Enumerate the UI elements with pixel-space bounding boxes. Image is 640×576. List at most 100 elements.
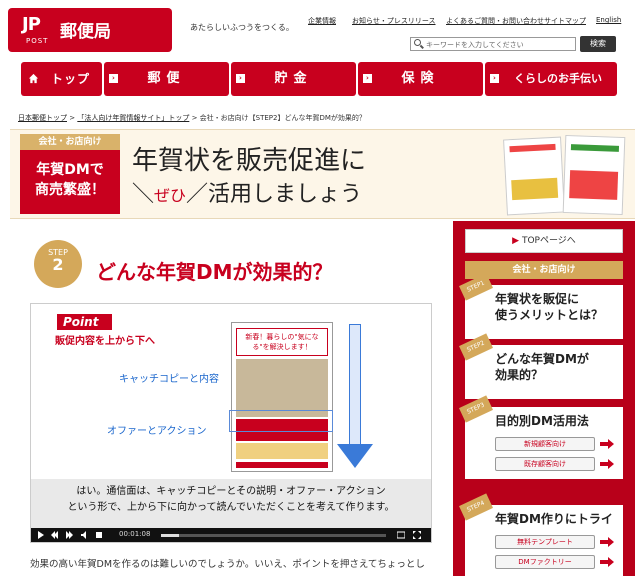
util-link-news[interactable]: お知らせ・プレスリリース xyxy=(352,16,436,26)
home-icon xyxy=(28,73,39,84)
nav-item-label: 保険 xyxy=(401,71,440,86)
caption-toggle-icon[interactable] xyxy=(397,531,405,539)
banner-title-line1: 年賀状を販売促進に xyxy=(132,146,367,176)
video-progress-fill xyxy=(161,534,179,537)
search-placeholder: キーワードを入力してください xyxy=(426,41,524,49)
breadcrumb-current: 会社・お店向け【STEP2】どんな年賀DMが効果的？ xyxy=(199,114,366,122)
chevron-right-icon: › xyxy=(490,74,499,83)
arrow-right-icon xyxy=(600,537,614,547)
highlight-box xyxy=(229,410,333,432)
banner-left-line2: 商売繁盛！ xyxy=(35,182,105,198)
video-caption: はい。通信面は、キャッチコピーとその説明・オファー・アクション という形で、上か… xyxy=(37,484,425,524)
arrow-right-icon xyxy=(600,459,614,469)
point-subtitle: 販促内容を上から下へ xyxy=(55,336,155,347)
utility-links: 企業情報 お知らせ・プレスリリース よくあるご質問・お問い合わせ サイトマップ … xyxy=(300,16,636,28)
banner-title-line2-text: 活用しましょう xyxy=(208,182,363,207)
step-badge-number: 2 xyxy=(52,255,64,274)
tagline: あたらしいふつうをつくる。 xyxy=(190,23,294,32)
sample-flyer-image: 新春！暮らしの"気になる"を解決します！ xyxy=(231,322,333,472)
util-link-english[interactable]: English xyxy=(596,16,621,24)
banner-tag: 会社・お店向け xyxy=(20,134,120,150)
label-offer: オファーとアクション xyxy=(107,426,207,437)
banner-left-line1: 年賀DMで xyxy=(36,162,104,178)
flyer-heading: 新春！暮らしの"気になる"を解決します！ xyxy=(236,328,328,356)
nav-item-label: くらしのお手伝い xyxy=(514,72,602,85)
sidebar-tag: 会社・お店向け xyxy=(465,261,623,279)
util-link-corporate[interactable]: 企業情報 xyxy=(308,16,336,26)
caption-line2: という形で、上から下に向かって読んでいただくことを考えて作ります。 xyxy=(67,502,395,513)
new-customer-button[interactable]: 新規顧客向け xyxy=(495,437,595,451)
sidebar-item-step3: STEP3 目的別DM活用法 新規顧客向け 既存顧客向け xyxy=(459,395,623,479)
nav-item-label: 郵便 xyxy=(147,71,186,86)
util-link-sitemap[interactable]: サイトマップ xyxy=(544,16,586,26)
point-label: Point xyxy=(57,314,113,330)
top-page-button[interactable]: ▶ TOPページへ xyxy=(465,229,623,253)
banner-zehi: ぜひ xyxy=(154,186,187,205)
dm-factory-button[interactable]: DMファクトリー xyxy=(495,555,595,569)
chevron-right-icon: ▶ xyxy=(512,236,520,246)
nav-item-label: 貯金 xyxy=(274,71,313,86)
video-time: 00:01:08 xyxy=(119,530,151,538)
sidebar: ▶ TOPページへ 会社・お店向け STEP1 年賀状を販促に 使うメリットとは… xyxy=(453,221,635,576)
nav-item-insurance[interactable]: › 保険 xyxy=(358,62,483,96)
nav-item-mail[interactable]: › 郵便 xyxy=(104,62,229,96)
video-controls: 00:01:08 xyxy=(31,528,431,542)
nav-item-label: トップ xyxy=(50,72,90,86)
label-catchcopy: キャッチコピーと内容 xyxy=(119,374,219,385)
down-arrow-shaft xyxy=(349,324,361,444)
banner-left-box: 年賀DMで 商売繁盛！ xyxy=(20,150,120,214)
header: JP POST 郵便局 あたらしいふつうをつくる。 企業情報 お知らせ・プレスリ… xyxy=(0,0,640,56)
flyer-staff-block xyxy=(236,443,328,459)
play-icon[interactable] xyxy=(37,531,45,539)
forward-icon[interactable] xyxy=(65,531,73,539)
video-player[interactable]: Point 販促内容を上から下へ キャッチコピーと内容 オファーとアクション 新… xyxy=(30,303,432,543)
sidebar-item-step4: STEP4 年賀DM作りにトライ 無料テンプレート DMファクトリー xyxy=(459,493,623,576)
logo-post-text: POST xyxy=(26,37,49,45)
rewind-icon[interactable] xyxy=(51,531,59,539)
banner-title-line2: ＼ぜひ／活用しましょう xyxy=(132,182,363,207)
sample-card-image xyxy=(503,136,565,216)
nav-item-top[interactable]: トップ xyxy=(21,62,102,96)
sidebar-item-label: 年賀状を販促に xyxy=(495,292,580,306)
top-page-button-label: TOPページへ xyxy=(521,236,576,246)
step-ribbon: STEP4 xyxy=(459,493,493,521)
existing-customer-button[interactable]: 既存顧客向け xyxy=(495,457,595,471)
hero-banner: 会社・お店向け 年賀DMで 商売繁盛！ 年賀状を販売促進に ＼ぜひ／活用しましょ… xyxy=(10,129,635,219)
breadcrumb: 日本郵便トップ > 「法人向け年賀情報サイト」トップ > 会社・お店向け【STE… xyxy=(18,114,366,122)
nav-item-savings[interactable]: › 貯金 xyxy=(231,62,356,96)
sample-card-image xyxy=(562,134,626,216)
flyer-footer xyxy=(236,462,328,468)
sidebar-item-label: 使うメリットとは？ xyxy=(495,308,604,322)
page-title: どんな年賀DMが効果的？ xyxy=(96,260,333,284)
search-button[interactable]: 検索 xyxy=(580,36,616,52)
nav-item-living[interactable]: › くらしのお手伝い xyxy=(485,62,617,96)
japan-post-logo[interactable]: JP POST 郵便局 xyxy=(8,8,172,52)
sidebar-item-label: どんな年賀DMが xyxy=(495,352,589,366)
step-badge: STEP 2 xyxy=(34,240,82,288)
breadcrumb-link-home[interactable]: 日本郵便トップ xyxy=(18,114,67,122)
arrow-right-icon xyxy=(600,557,614,567)
breadcrumb-link-nenga[interactable]: 「法人向け年賀情報サイト」トップ xyxy=(77,114,189,122)
sidebar-item-step2[interactable]: STEP2 どんな年賀DMが 効果的？ xyxy=(459,333,623,399)
down-arrow-icon xyxy=(337,444,373,468)
search-input[interactable]: キーワードを入力してください xyxy=(410,37,576,51)
step-ribbon: STEP3 xyxy=(459,395,493,423)
sidebar-item-label: 目的別DM活用法 xyxy=(495,414,589,428)
global-nav: トップ › 郵便 › 貯金 › 保険 › くらしのお手伝い xyxy=(21,62,617,96)
util-link-faq[interactable]: よくあるご質問・お問い合わせ xyxy=(446,16,544,26)
logo-mark: JP xyxy=(22,14,41,35)
arrow-right-icon xyxy=(600,439,614,449)
sidebar-item-label: 効果的？ xyxy=(495,368,544,382)
fullscreen-icon[interactable] xyxy=(413,531,421,539)
step-heading: STEP 2 どんな年賀DMが効果的？ xyxy=(18,230,438,290)
video-frame: Point 販促内容を上から下へ キャッチコピーと内容 オファーとアクション 新… xyxy=(31,304,431,479)
sidebar-item-step1[interactable]: STEP1 年賀状を販促に 使うメリットとは？ xyxy=(459,273,623,339)
sidebar-item-label: 年賀DM作りにトライ xyxy=(495,512,613,526)
flyer-photo xyxy=(236,359,328,417)
video-progress-bar[interactable] xyxy=(161,534,386,537)
logo-name: 郵便局 xyxy=(60,22,111,42)
volume-icon[interactable] xyxy=(81,531,89,539)
free-template-button[interactable]: 無料テンプレート xyxy=(495,535,595,549)
body-paragraph: 効果の高い年賀DMを作るのは難しいのでしょうか。いいえ、ポイントを押さえてちょっ… xyxy=(30,559,425,570)
stop-icon[interactable] xyxy=(95,531,103,539)
